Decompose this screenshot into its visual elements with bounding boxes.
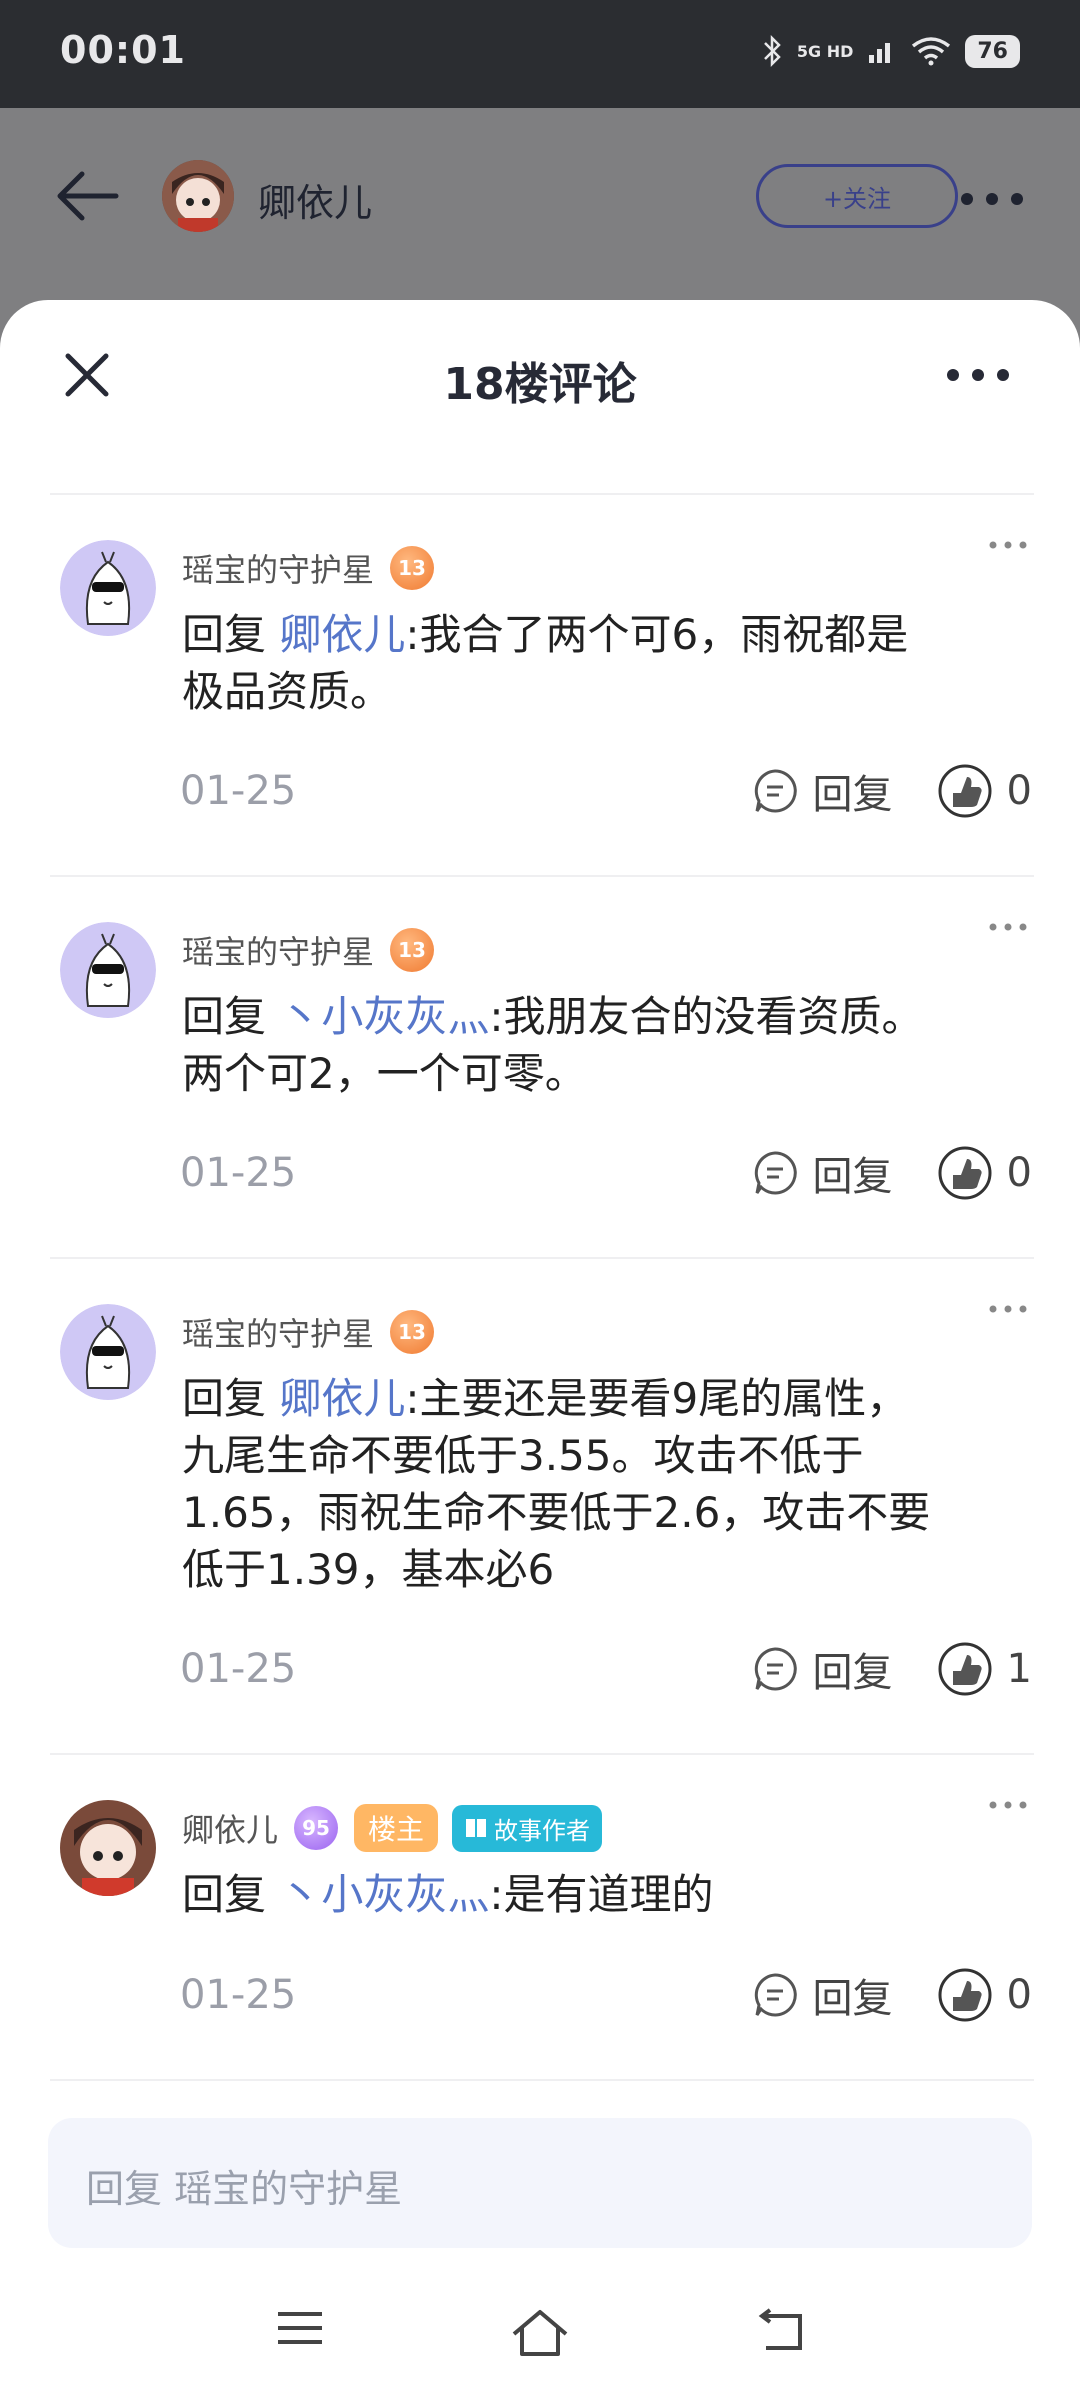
- comment-user: 瑶宝的守护星 13: [182, 1308, 436, 1356]
- reply-button[interactable]: 回复: [751, 762, 893, 820]
- reply-input[interactable]: 回复 瑶宝的守护星: [48, 2118, 1032, 2248]
- level-badge: 13: [388, 544, 436, 592]
- bluetooth-icon: [763, 34, 781, 68]
- comment-text: 回复 卿依儿:主要还是要看9尾的属性， 九尾生命不要低于3.55。攻击不低于 1.6…: [182, 1374, 931, 1594]
- comment-actions: 回复 1: [751, 1640, 1032, 1698]
- comment-date: 01-25: [180, 1972, 297, 2018]
- comment-date: 01-25: [180, 1646, 297, 1692]
- comment-actions: 回复 0: [751, 1144, 1032, 1202]
- divider: [50, 875, 1034, 877]
- comment-actions: 回复 0: [751, 762, 1032, 820]
- status-time: 00:01: [60, 28, 186, 72]
- user-avatar[interactable]: [60, 1304, 156, 1400]
- book-icon: [466, 1819, 487, 1837]
- thumbs-up-icon: [938, 1968, 992, 2022]
- user-avatar[interactable]: [60, 540, 156, 636]
- level-badge: 13: [388, 926, 436, 974]
- follow-button[interactable]: +关注: [756, 164, 958, 228]
- reply-input-placeholder: 回复 瑶宝的守护星: [86, 2167, 403, 2211]
- reply-button[interactable]: 回复: [751, 1966, 893, 2024]
- owner-tag: 楼主: [354, 1804, 439, 1852]
- back-nav-icon[interactable]: [756, 2308, 806, 2352]
- comment-bubble-icon: [754, 1973, 797, 2017]
- reply-to-link[interactable]: 丶小灰灰灬: [279, 992, 489, 1041]
- comment-bubble-icon: [754, 1151, 797, 1195]
- wifi-icon: [912, 37, 951, 66]
- back-arrow-icon[interactable]: [52, 166, 122, 226]
- comment-bubble-icon: [754, 1647, 797, 1691]
- story-author-tag: 故事作者: [452, 1804, 603, 1852]
- system-nav-bar: [0, 2250, 1080, 2400]
- comment-more-icon[interactable]: [988, 540, 1028, 550]
- sheet-title: 18楼评论: [443, 359, 637, 410]
- sheet-more-icon[interactable]: [946, 368, 1010, 382]
- menu-icon[interactable]: [276, 2308, 324, 2348]
- level-badge: 13: [388, 1308, 436, 1356]
- comment-user: 瑶宝的守护星 13: [182, 926, 436, 974]
- reply-to-link[interactable]: 丶小灰灰灬: [279, 1870, 489, 1919]
- reply-button[interactable]: 回复: [751, 1640, 893, 1698]
- home-icon[interactable]: [510, 2308, 570, 2358]
- comment-text: 回复 卿依儿:我合了两个可6，雨祝都是 极品资质。: [182, 610, 909, 716]
- reply-to-link[interactable]: 卿依儿: [279, 610, 405, 659]
- user-avatar[interactable]: [60, 1800, 156, 1896]
- comment-bubble-icon: [754, 769, 797, 813]
- comment-more-icon[interactable]: [988, 1304, 1028, 1314]
- like-button[interactable]: 0: [937, 763, 1032, 819]
- username[interactable]: 瑶宝的守护星: [182, 545, 374, 591]
- divider: [50, 493, 1034, 495]
- thumbs-up-icon: [938, 1146, 992, 1200]
- signal-icon: [869, 43, 891, 63]
- user-avatar[interactable]: [60, 922, 156, 1018]
- divider: [50, 1753, 1034, 1755]
- like-button[interactable]: 0: [937, 1967, 1032, 2023]
- username[interactable]: 卿依儿: [182, 1805, 278, 1851]
- like-button[interactable]: 1: [937, 1641, 1032, 1697]
- author-avatar[interactable]: [162, 160, 234, 232]
- username[interactable]: 瑶宝的守护星: [182, 927, 374, 973]
- thumbs-up-icon: [938, 1642, 992, 1696]
- comment-more-icon[interactable]: [988, 922, 1028, 932]
- comment-actions: 回复 0: [751, 1966, 1032, 2024]
- like-button[interactable]: 0: [937, 1145, 1032, 1201]
- more-options-icon[interactable]: [960, 192, 1024, 206]
- reply-button[interactable]: 回复: [751, 1144, 893, 1202]
- reply-to-link[interactable]: 卿依儿: [279, 1374, 405, 1423]
- comment-user: 卿依儿 95 楼主 故事作者: [182, 1804, 603, 1852]
- status-icons: 5G HD 76: [761, 34, 1020, 68]
- battery-indicator: 76: [965, 34, 1020, 68]
- divider: [50, 2079, 1034, 2081]
- comment-date: 01-25: [180, 1150, 297, 1196]
- comment-date: 01-25: [180, 768, 297, 814]
- divider: [50, 1257, 1034, 1259]
- comment-text: 回复 丶小灰灰灬:我朋友合的没看资质。 两个可2，一个可零。: [182, 992, 924, 1098]
- thumbs-up-icon: [938, 764, 992, 818]
- post-header: 卿依儿 +关注: [0, 108, 1080, 298]
- sheet-header: 18楼评论: [0, 300, 1080, 490]
- username[interactable]: 瑶宝的守护星: [182, 1309, 374, 1355]
- status-bar: 00:01 5G HD 76: [0, 0, 1080, 108]
- author-name[interactable]: 卿依儿: [258, 172, 372, 227]
- level-badge: 95: [292, 1804, 340, 1852]
- network-label: 5G HD: [796, 41, 854, 61]
- comment-user: 瑶宝的守护星 13: [182, 544, 436, 592]
- comment-more-icon[interactable]: [988, 1800, 1028, 1810]
- comment-text: 回复 丶小灰灰灬:是有道理的: [182, 1870, 714, 1919]
